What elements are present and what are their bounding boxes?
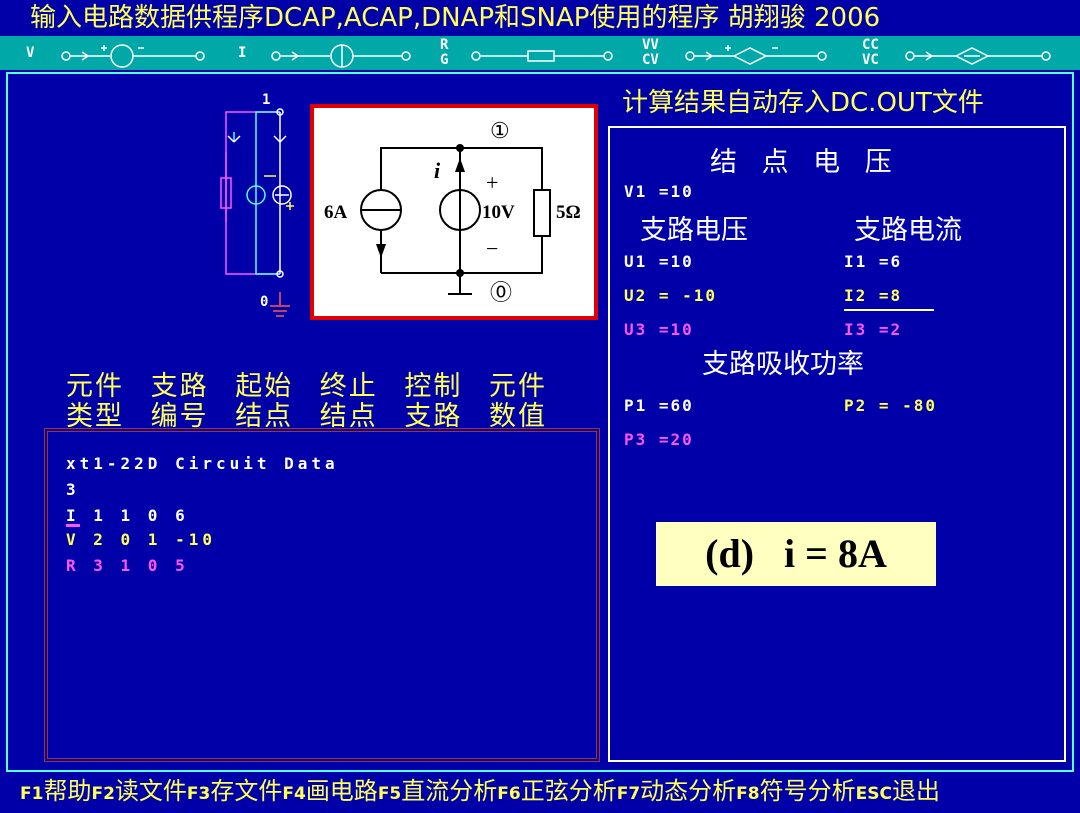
branch-voltage-u1: U1 =10 — [624, 252, 694, 271]
component-toolbar: V I R G VV CV CC VC — [0, 36, 1080, 70]
circuit-data-editor[interactable]: xt1-22D Circuit Data 3 I 1 1 0 6 V 2 0 1… — [44, 428, 600, 762]
tool-v-label: V — [26, 45, 35, 61]
results-caption: 计算结果自动存入DC.OUT文件 — [622, 88, 984, 118]
branch-current-title: 支路电流 — [854, 215, 962, 246]
circuit-diagram: ① ⓪ i + − 6A 10V 5Ω — [324, 118, 581, 305]
power-p3: P3 =20 — [624, 430, 694, 449]
circuit-data-line-2[interactable]: V 2 0 1 -10 — [66, 530, 216, 549]
current-arrow — [455, 158, 465, 172]
fkey-f6[interactable]: F6正弦分析 — [497, 777, 616, 805]
fkey-f1[interactable]: F1帮助 — [20, 777, 91, 805]
source-arrow — [376, 244, 386, 258]
circuit-data-title: xt1-22D Circuit Data — [66, 454, 339, 473]
circuit-plus: + — [486, 170, 498, 195]
circuit-node-1: ① — [490, 118, 510, 143]
title-text: 输入电路数据供程序DCAP,ACAP,DNAP和SNAP使用的程序 胡翔骏 20… — [30, 3, 881, 33]
circuit-data-line-3[interactable]: R 3 1 0 5 — [66, 556, 189, 575]
circuit-10v-label: 10V — [482, 202, 515, 223]
fkey-esc[interactable]: ESC退出 — [856, 777, 940, 805]
controlled-current-source-icon[interactable] — [904, 40, 1054, 68]
tool-r-label: R — [440, 37, 449, 53]
circuit-current-label: i — [434, 158, 441, 183]
circuit-6a-label: 6A — [324, 202, 348, 223]
tool-vv-label: VV — [642, 37, 659, 53]
current-source-icon[interactable] — [270, 40, 420, 68]
tool-cv-label: CV — [642, 52, 659, 68]
fkey-f5[interactable]: F5直流分析 — [378, 777, 497, 805]
branch-voltage-u3: U3 =10 — [624, 320, 694, 339]
fkey-f8[interactable]: F8符号分析 — [736, 777, 855, 805]
tool-cc-label: CC — [862, 37, 879, 53]
circuit-node-0: ⓪ — [490, 280, 512, 305]
answer-label: (d) i = 8A — [656, 522, 936, 586]
voltage-source-icon[interactable] — [60, 40, 210, 68]
fkey-f3[interactable]: F3存文件 — [187, 777, 282, 805]
branch-current-i2: I2 =8 — [844, 286, 934, 311]
tool-i-label: I — [238, 45, 247, 61]
schematic-preview: 1 0 — [220, 92, 294, 317]
fkey-f2[interactable]: F2读文件 — [91, 777, 186, 805]
circuit-minus: − — [486, 236, 498, 261]
fkey-f4[interactable]: F4画电路 — [282, 777, 377, 805]
node-voltage-v1: V1 =10 — [624, 182, 694, 201]
tool-g-label: G — [440, 52, 449, 68]
preview-node-top: 1 — [262, 92, 270, 108]
function-key-bar: F1帮助F2读文件F3存文件F4画电路F5直流分析F6正弦分析F7动态分析F8符… — [0, 772, 1080, 810]
circuit-data-line-1[interactable]: I 1 1 0 6 — [66, 506, 189, 525]
circuit-data-count[interactable]: 3 — [66, 480, 80, 499]
node-voltage-title: 结 点 电 压 — [710, 147, 900, 178]
branch-voltage-u2: U2 = -10 — [624, 286, 718, 305]
power-title: 支路吸收功率 — [702, 349, 864, 380]
title-bar: 输入电路数据供程序DCAP,ACAP,DNAP和SNAP使用的程序 胡翔骏 20… — [0, 0, 1080, 36]
circuit-5ohm-label: 5Ω — [556, 202, 581, 223]
text-cursor — [66, 524, 80, 527]
resistor-icon[interactable] — [470, 40, 620, 68]
branch-current-i3: I3 =2 — [844, 320, 903, 339]
power-p1: P1 =60 — [624, 396, 694, 415]
tool-vc-label: VC — [862, 52, 879, 68]
branch-current-i1: I1 =6 — [844, 252, 903, 271]
preview-node-bottom: 0 — [260, 294, 268, 310]
circuit-figure-frame: ① ⓪ i + − 6A 10V 5Ω — [310, 104, 598, 320]
power-p2: P2 = -80 — [844, 396, 938, 415]
branch-voltage-title: 支路电压 — [640, 215, 748, 246]
results-panel: 结 点 电 压 V1 =10 支路电压 支路电流 U1 =10 U2 = -10… — [608, 126, 1066, 762]
fkey-f7[interactable]: F7动态分析 — [617, 777, 736, 805]
controlled-voltage-source-icon[interactable] — [684, 40, 830, 68]
